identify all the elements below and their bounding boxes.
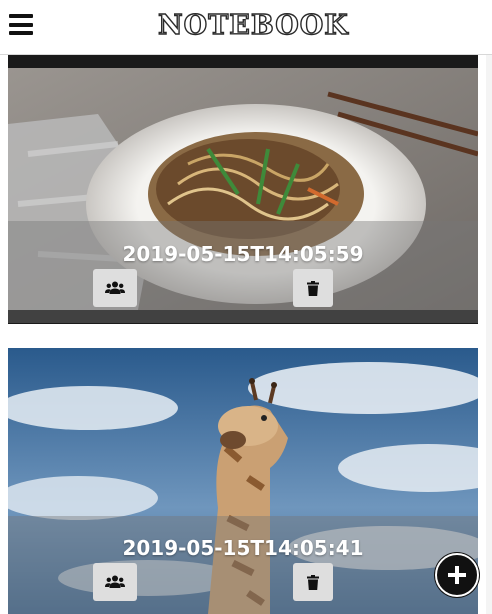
trash-icon: [307, 574, 319, 590]
note-timestamp: 2019-05-15T14:05:59: [122, 242, 364, 266]
users-icon: [105, 575, 125, 588]
hamburger-menu-icon[interactable]: [9, 14, 33, 35]
app-logo: NOTEBOOK: [157, 9, 349, 41]
add-note-button[interactable]: [435, 553, 479, 597]
card-overlay: [8, 516, 478, 614]
share-button[interactable]: [93, 269, 137, 307]
users-icon: [105, 281, 125, 294]
plus-circle-icon: [448, 566, 466, 584]
share-button[interactable]: [93, 563, 137, 601]
delete-button[interactable]: [293, 563, 333, 601]
note-timestamp: 2019-05-15T14:05:41: [122, 536, 364, 560]
scroll-track: [486, 54, 492, 614]
app-header: NOTEBOOK: [0, 0, 492, 54]
note-card[interactable]: 2019-05-15T14:05:41: [8, 348, 478, 614]
trash-icon: [307, 280, 319, 296]
card-overlay: [8, 221, 478, 323]
delete-button[interactable]: [293, 269, 333, 307]
note-card[interactable]: 2019-05-15T14:05:59: [8, 54, 478, 324]
